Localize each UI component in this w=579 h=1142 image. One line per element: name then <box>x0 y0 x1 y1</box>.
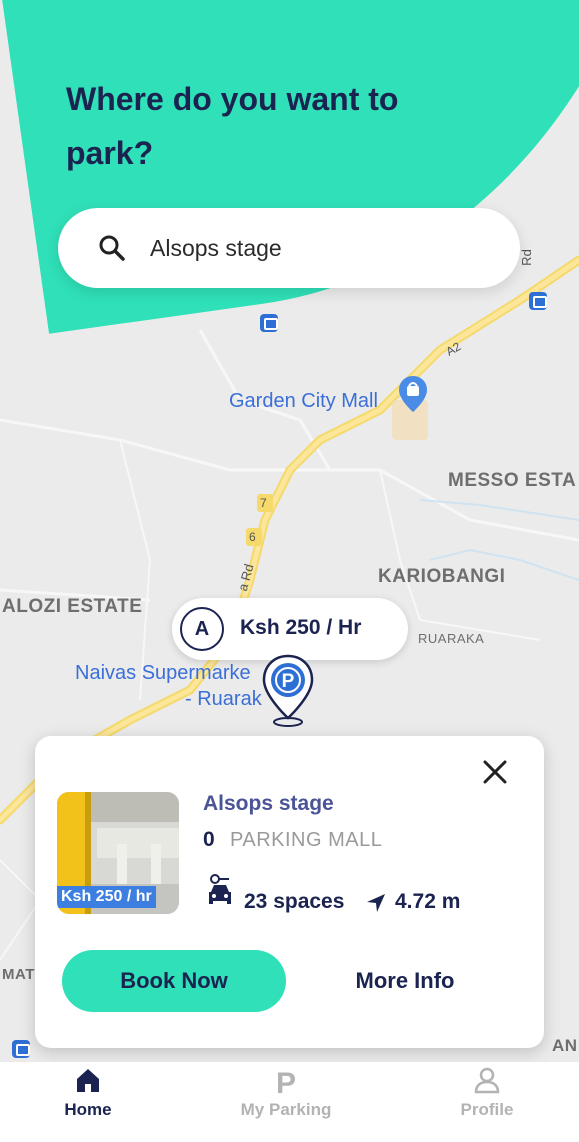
bottom-navigation: Home P My Parking Profile <box>0 1062 579 1142</box>
map-label-garden-city[interactable]: Garden City Mall <box>229 390 378 413</box>
svg-text:P: P <box>282 671 295 692</box>
profile-icon <box>474 1067 500 1094</box>
map-label-edge-left: MAT <box>2 966 35 983</box>
book-now-button[interactable]: Book Now <box>62 950 286 1012</box>
price-marker[interactable]: A Ksh 250 / Hr <box>172 598 408 660</box>
map-label-naivas-2[interactable]: - Ruarak <box>185 688 262 711</box>
more-info-button[interactable]: More Info <box>335 950 475 1012</box>
parking-name: Alsops stage <box>203 792 334 815</box>
distance-value: 4.72 m <box>395 890 461 913</box>
parking-icon: P <box>276 1067 296 1096</box>
car-key-icon <box>209 874 231 904</box>
marker-price: Ksh 250 / Hr <box>240 616 362 639</box>
map-label-naivas[interactable]: Naivas Supermarke <box>75 662 251 685</box>
map-label-kariobangi: KARIOBANGI <box>378 566 506 587</box>
search-icon <box>99 235 125 261</box>
nav-label-home: Home <box>64 1100 112 1119</box>
parking-type: PARKING MALL <box>230 829 383 851</box>
parking-pin-icon[interactable]: P <box>260 652 316 728</box>
nav-item-my-parking[interactable]: P My Parking <box>226 1062 346 1142</box>
header: Where do you want to park? <box>0 0 579 340</box>
parking-thumbnail[interactable]: Ksh 250 / hr <box>57 792 179 914</box>
svg-text:P: P <box>276 1067 296 1096</box>
road-shield-7: 7 <box>260 496 267 510</box>
nav-item-profile[interactable]: Profile <box>427 1062 547 1142</box>
marker-badge: A <box>180 607 224 651</box>
transit-stop-icon[interactable] <box>12 1040 30 1058</box>
available-spaces: 23 spaces <box>244 890 345 913</box>
nav-label-profile: Profile <box>460 1100 514 1119</box>
parking-detail-card: Ksh 250 / hr Alsops stage 0 PARKING MALL… <box>35 736 544 1048</box>
page-title: Where do you want to park? <box>66 81 399 171</box>
nav-label-my-parking: My Parking <box>240 1100 332 1119</box>
navigation-arrow-icon <box>367 894 385 912</box>
shopping-pin-icon[interactable] <box>397 374 429 414</box>
road-shield-6: 6 <box>249 530 256 544</box>
home-icon <box>77 1069 99 1092</box>
close-icon[interactable] <box>479 756 511 788</box>
thumbnail-price-tag: Ksh 250 / hr <box>57 886 156 908</box>
nav-item-home[interactable]: Home <box>28 1062 148 1142</box>
search-input[interactable]: Alsops stage <box>150 235 282 262</box>
app-screen: 7 6 A2 a Rd Rd Garden City Mall MESSO ES… <box>0 0 579 1142</box>
map-label-ruaraka: RUARAKA <box>418 631 485 646</box>
search-bar[interactable]: Alsops stage <box>58 208 520 288</box>
parking-count: 0 <box>203 828 215 851</box>
map-label-alozi: ALOZI ESTATE <box>2 596 143 617</box>
map-label-edge-right: AN <box>552 1036 578 1055</box>
map-label-messo: MESSO ESTA <box>448 470 577 491</box>
